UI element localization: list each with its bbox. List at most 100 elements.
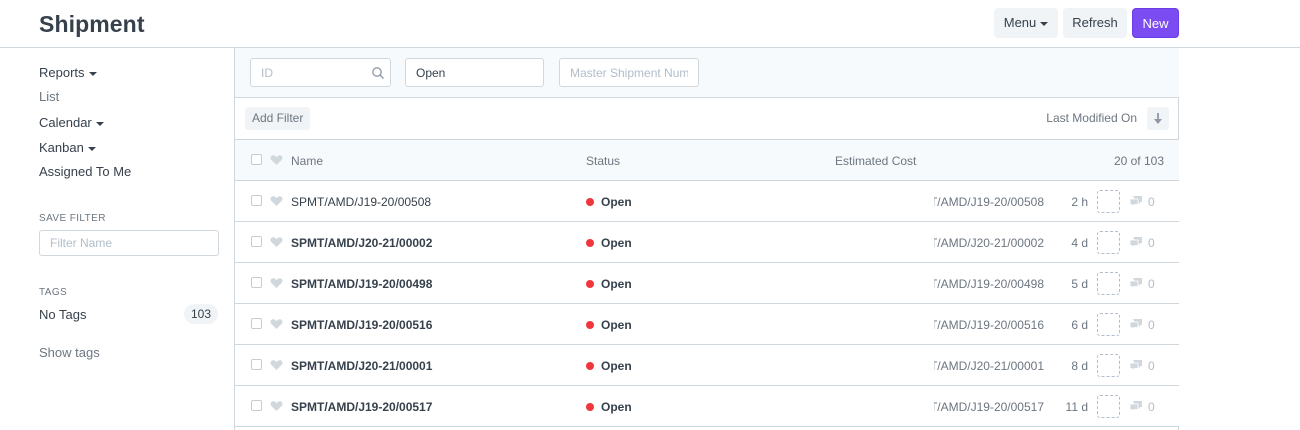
status-indicator-dot (586, 321, 594, 329)
heart-icon[interactable] (270, 154, 283, 166)
row-reference: SPMT/AMD/J19-20/00498 (934, 277, 1044, 291)
heart-icon[interactable] (270, 318, 283, 330)
save-filter-heading: SAVE FILTER (39, 213, 106, 224)
sort-order-button[interactable] (1147, 107, 1169, 130)
list-row[interactable]: SPMT/AMD/J19-20/00508 Open SPMT/AMD/J19-20… (235, 181, 1179, 222)
filter-toolbar: Add Filter Last Modified On (235, 98, 1179, 140)
comment-count: 0 (1148, 318, 1155, 332)
row-checkbox[interactable] (251, 359, 262, 370)
row-name-link[interactable]: SPMT/AMD/J20-21/00002 (291, 236, 432, 250)
new-button[interactable]: New (1132, 8, 1179, 38)
row-reference-text: SPMT/AMD/J19-20/00508 (934, 195, 1044, 209)
master-shipment-number-input[interactable] (559, 58, 699, 87)
comment-icon (1129, 278, 1142, 289)
tag-count-badge: 103 (184, 304, 218, 324)
row-status: Open (601, 400, 632, 414)
row-reference: SPMT/AMD/J20-21/00001 (934, 359, 1044, 373)
caret-down-icon (88, 71, 97, 76)
status-filter-input[interactable] (405, 58, 544, 87)
row-modified-time: 11 d (1065, 400, 1088, 414)
status-indicator-dot (586, 280, 594, 288)
row-status: Open (601, 277, 632, 291)
row-checkbox[interactable] (251, 318, 262, 329)
column-header-status: Status (586, 154, 621, 168)
status-indicator-dot (586, 403, 594, 411)
row-status: Open (601, 195, 632, 209)
sidebar-item-label: Assigned To Me (39, 164, 132, 179)
row-name-link[interactable]: SPMT/AMD/J19-20/00498 (291, 277, 432, 291)
add-filter-button[interactable]: Add Filter (245, 107, 311, 130)
assign-avatar-placeholder[interactable] (1097, 395, 1120, 418)
assign-avatar-placeholder[interactable] (1097, 231, 1120, 254)
row-status: Open (601, 359, 632, 373)
comment-count: 0 (1148, 195, 1155, 209)
assign-avatar-placeholder[interactable] (1097, 190, 1120, 213)
heart-icon[interactable] (270, 236, 283, 248)
caret-down-icon (95, 121, 104, 126)
menu-button[interactable]: Menu (994, 8, 1058, 38)
sidebar-item-label: Reports (39, 65, 85, 80)
list-row[interactable]: SPMT/AMD/J19-20/00498 Open SPMT/AMD/J19-20… (235, 263, 1179, 304)
list-row[interactable]: SPMT/AMD/J19-20/00516 Open SPMT/AMD/J19-20… (235, 304, 1179, 345)
list-count: 20 of 103 (1113, 154, 1164, 168)
sidebar-item-reports[interactable]: Reports (39, 65, 97, 80)
assign-avatar-placeholder[interactable] (1097, 354, 1120, 377)
row-status: Open (601, 318, 632, 332)
row-modified-time: 6 d (1071, 318, 1088, 332)
sidebar-item-calendar[interactable]: Calendar (39, 115, 104, 130)
row-reference-text: SPMT/AMD/J19-20/00498 (934, 277, 1044, 291)
list-view: Add Filter Last Modified On Name Status … (234, 48, 1179, 430)
row-modified-time: 4 d (1071, 236, 1088, 250)
sidebar-item-list[interactable]: List (39, 89, 59, 104)
row-reference: SPMT/AMD/J19-20/00517 (934, 400, 1044, 414)
heart-icon[interactable] (270, 195, 283, 207)
row-modified-time: 8 d (1071, 359, 1088, 373)
row-reference-text: SPMT/AMD/J20-21/00001 (934, 359, 1044, 373)
caret-down-icon (1040, 21, 1049, 26)
caret-down-icon (87, 146, 96, 151)
heart-icon[interactable] (270, 359, 283, 371)
refresh-button[interactable]: Refresh (1063, 8, 1127, 38)
heart-icon[interactable] (270, 400, 283, 412)
sidebar-item-kanban[interactable]: Kanban (39, 140, 96, 155)
row-modified-time: 2 h (1071, 195, 1088, 209)
row-checkbox[interactable] (251, 400, 262, 411)
row-name-link[interactable]: SPMT/AMD/J20-21/00001 (291, 359, 432, 373)
assign-avatar-placeholder[interactable] (1097, 313, 1120, 336)
filter-name-input[interactable] (39, 230, 219, 256)
row-status: Open (601, 236, 632, 250)
select-all-checkbox[interactable] (251, 154, 262, 165)
comment-icon (1129, 237, 1142, 248)
sidebar-item-assigned-to-me[interactable]: Assigned To Me (39, 164, 131, 179)
comment-count: 0 (1148, 359, 1155, 373)
search-icon (372, 67, 384, 79)
status-indicator-dot (586, 362, 594, 370)
row-reference: SPMT/AMD/J19-20/00508 (934, 195, 1044, 209)
row-name-link[interactable]: SPMT/AMD/J19-20/00508 (291, 195, 431, 209)
list-row[interactable]: SPMT/AMD/J19-20/00517 Open SPMT/AMD/J19-20… (235, 386, 1179, 427)
row-name-link[interactable]: SPMT/AMD/J19-20/00516 (291, 318, 432, 332)
id-filter-input[interactable] (250, 58, 391, 87)
list-row[interactable]: SPMT/AMD/J20-21/00001 Open SPMT/AMD/J20-21… (235, 345, 1179, 386)
menu-button-label: Menu (1003, 15, 1037, 30)
row-checkbox[interactable] (251, 236, 262, 247)
heart-icon[interactable] (270, 277, 283, 289)
tags-heading: TAGS (39, 287, 68, 298)
comment-count: 0 (1148, 400, 1155, 414)
comment-icon (1129, 360, 1142, 371)
page-title: Shipment (39, 11, 145, 37)
row-reference-text: SPMT/AMD/J20-21/00002 (934, 236, 1044, 250)
tag-no-tags[interactable]: No Tags (39, 307, 86, 322)
row-name-link[interactable]: SPMT/AMD/J19-20/00517 (291, 400, 432, 414)
column-header-estimated-cost: Estimated Cost (835, 154, 917, 168)
list-row[interactable]: SPMT/AMD/J20-21/00002 Open SPMT/AMD/J20-21… (235, 222, 1179, 263)
assign-avatar-placeholder[interactable] (1097, 272, 1120, 295)
page-header: Shipment Menu Refresh New (0, 0, 1300, 48)
show-tags-link[interactable]: Show tags (39, 345, 100, 360)
row-checkbox[interactable] (251, 195, 262, 206)
row-checkbox[interactable] (251, 277, 262, 288)
column-header-name: Name (291, 154, 324, 168)
comment-count: 0 (1148, 236, 1155, 250)
comment-icon (1129, 196, 1142, 207)
sort-by-selector[interactable]: Last Modified On (1046, 111, 1137, 125)
